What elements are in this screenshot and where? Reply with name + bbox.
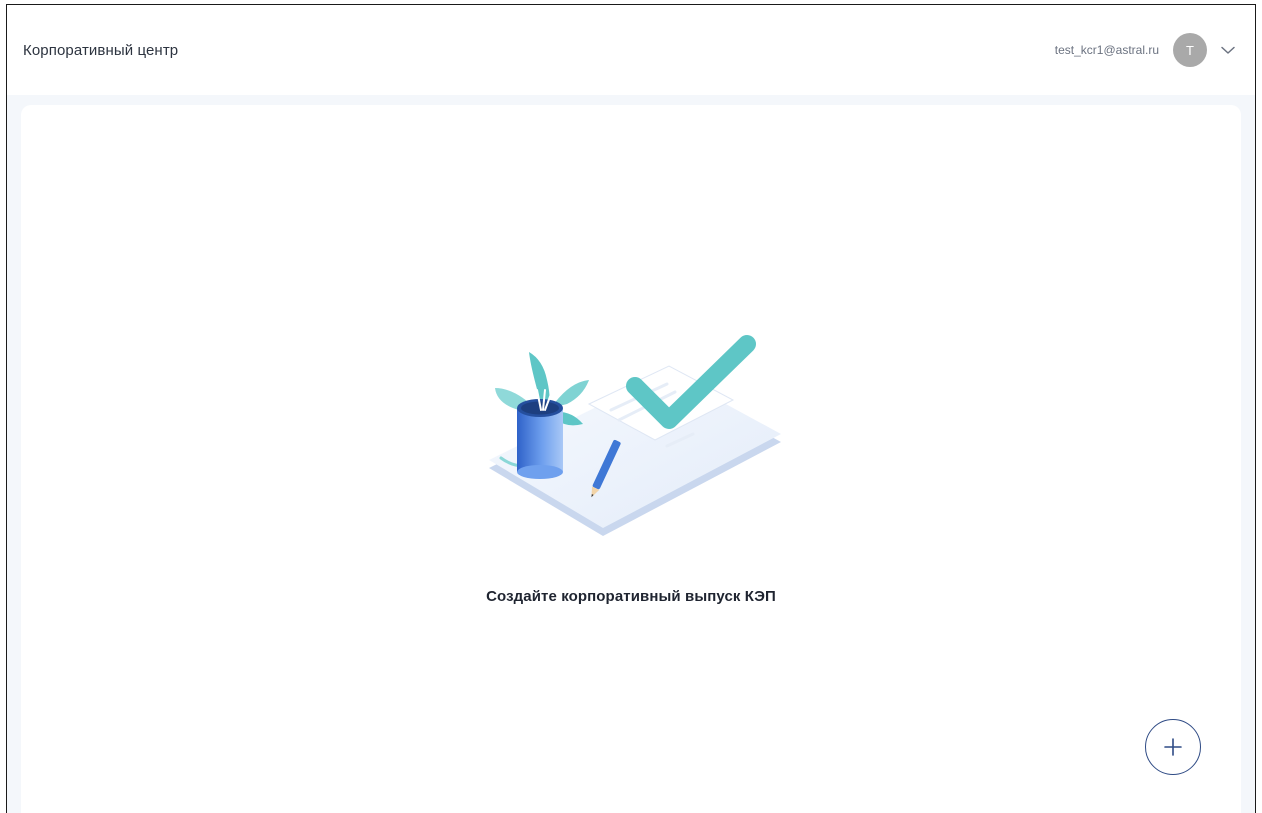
avatar[interactable]: T (1173, 33, 1207, 67)
app-title: Корпоративный центр (23, 41, 179, 59)
add-button[interactable] (1145, 719, 1201, 775)
empty-state-message: Создайте корпоративный выпуск КЭП (486, 588, 776, 605)
avatar-initial: T (1186, 42, 1194, 58)
empty-state: Создайте корпоративный выпуск КЭП (21, 330, 1241, 605)
main-content: Создайте корпоративный выпуск КЭП (21, 105, 1241, 813)
top-bar: Корпоративный центр test_kcr1@astral.ru … (7, 5, 1255, 95)
user-menu[interactable]: test_kcr1@astral.ru T (1055, 33, 1239, 67)
chevron-down-icon[interactable] (1217, 39, 1239, 61)
document-checkmark-plant-illustration (489, 335, 781, 536)
plus-icon (1164, 738, 1182, 756)
user-email: test_kcr1@astral.ru (1054, 43, 1159, 57)
app-window: Корпоративный центр test_kcr1@astral.ru … (6, 4, 1256, 813)
